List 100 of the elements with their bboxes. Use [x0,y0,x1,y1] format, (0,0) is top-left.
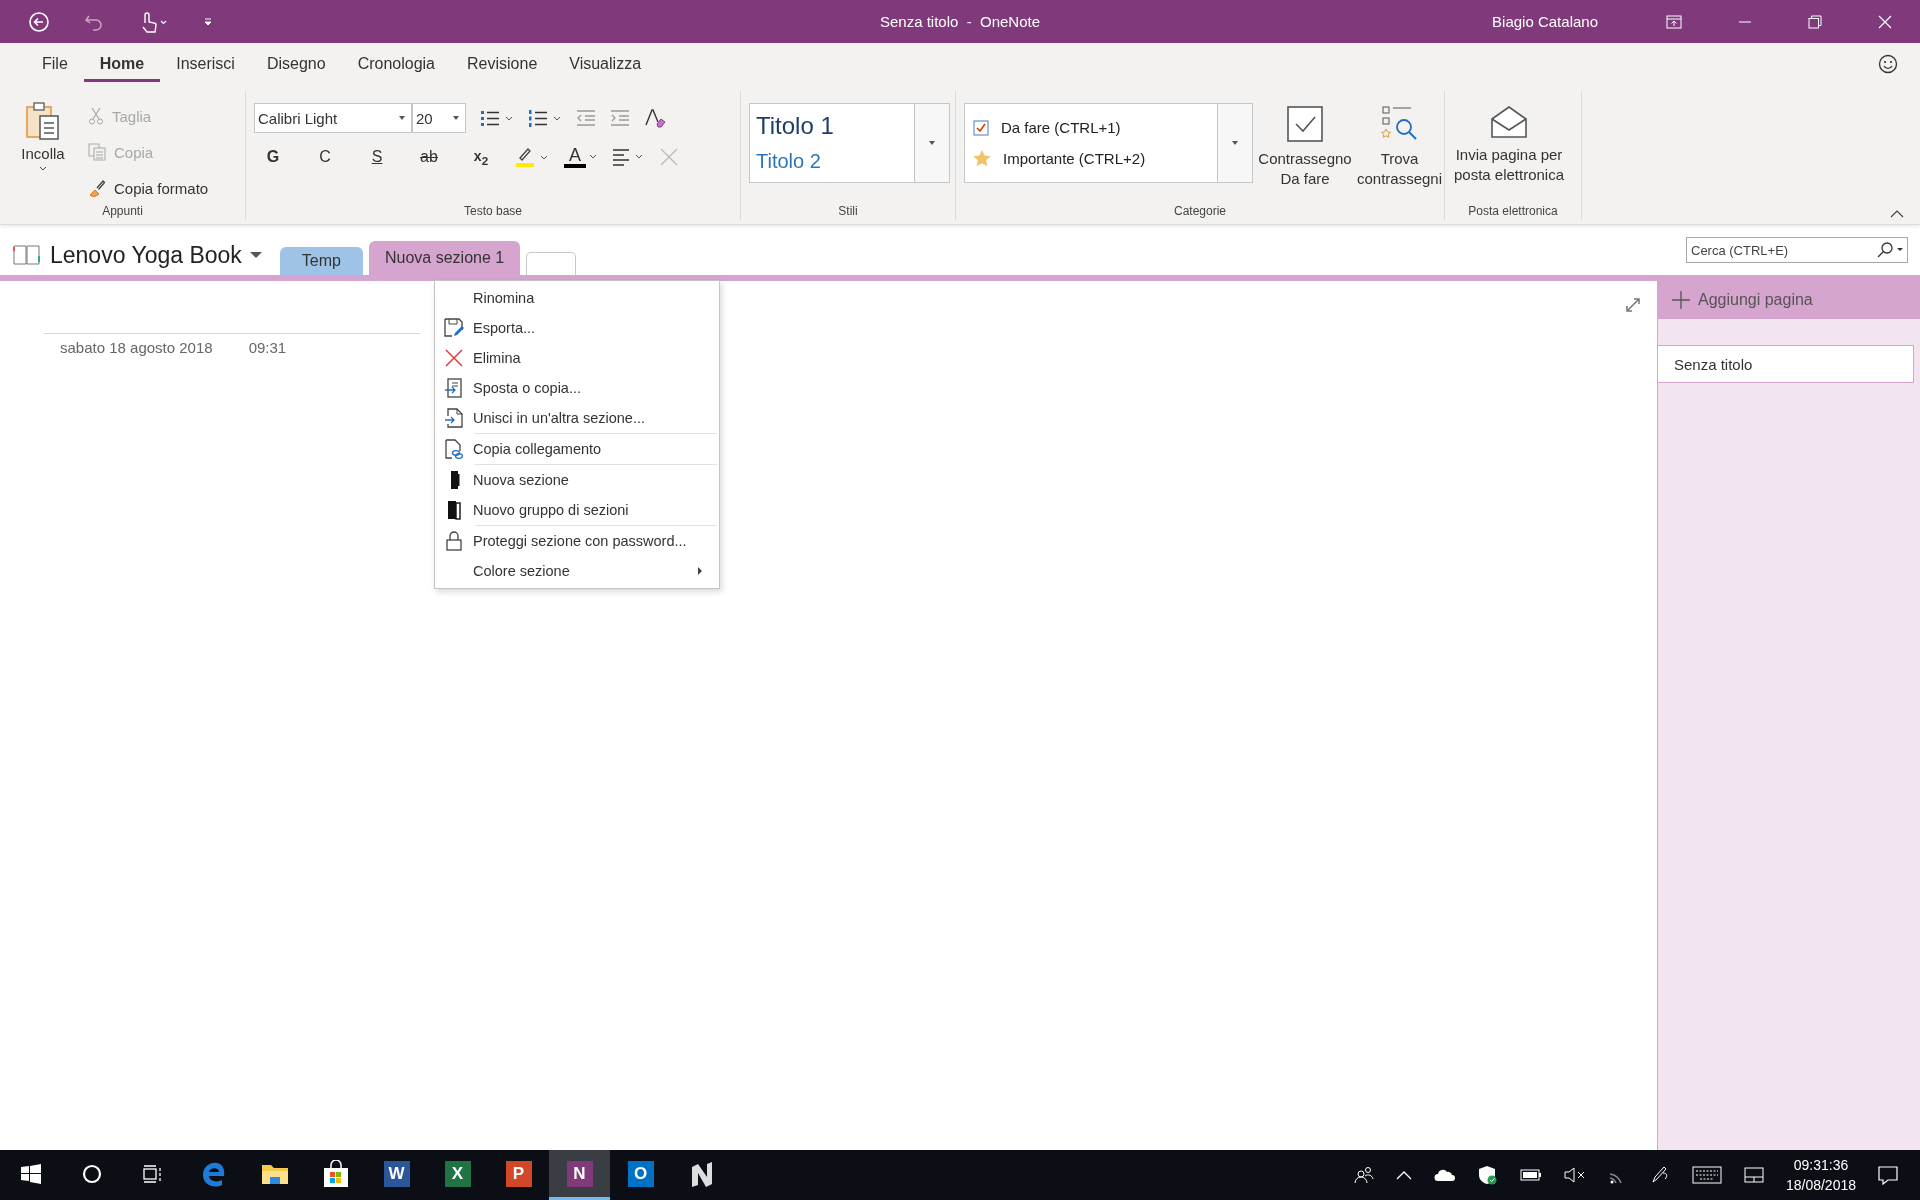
font-size-dropdown[interactable]: 20 [412,103,466,133]
email-page-button[interactable]: Invia pagina per posta elettronica [1453,91,1565,204]
customize-icon[interactable] [202,15,214,28]
app-icon: O [627,1160,654,1187]
section-icon [448,470,460,490]
menu-item[interactable]: Colore sezione [435,556,717,586]
keyboard-icon[interactable] [1691,1166,1722,1184]
menu-item[interactable]: Rinomina [435,283,719,313]
submenu-arrow-icon [697,567,703,575]
clock[interactable]: 09:31:36 18/08/2018 [1785,1155,1856,1195]
format-button[interactable]: ab [410,143,448,171]
menu-item[interactable]: Proteggi sezione con password... [435,526,717,556]
group-label: Testo base [462,204,523,220]
paste-button[interactable]: Incolla [8,91,78,204]
ribbon-tab[interactable]: Inserisci [160,46,251,82]
tag-button[interactable]: Trova contrassegni [1357,91,1443,204]
chevron-up-icon[interactable] [1395,1170,1412,1180]
envelope-icon [1490,105,1528,139]
clear-formatting-icon[interactable] [644,108,666,128]
ribbon-display-icon[interactable] [1666,14,1682,29]
numbered-list-icon[interactable] [528,108,562,128]
format-painter-icon [88,179,106,197]
notifications-icon[interactable] [1878,1165,1898,1185]
format-button[interactable]: C [306,143,344,171]
page-item[interactable]: Senza titolo [1658,345,1914,383]
group-label: Posta elettronica [1467,204,1559,220]
add-page-button[interactable]: Aggiungi pagina [1658,281,1920,319]
group-label: Appunti [101,204,144,220]
page-date: sabato 18 agosto 2018 [60,339,213,356]
expand-icon[interactable] [1625,297,1641,313]
lock-icon [446,531,462,551]
copy-icon [88,143,106,161]
link-icon [445,439,463,459]
ribbon-tab[interactable]: Visualizza [553,46,658,82]
tag-option[interactable]: Da fare (CTRL+1) [973,119,1209,136]
menu-item[interactable]: Unisci in un'altra sezione... [435,403,719,433]
tag-option[interactable]: Importante (CTRL+2) [973,150,1209,167]
save-export-icon [444,318,464,338]
taskbar-button[interactable]: P [488,1150,549,1200]
style-option[interactable]: Titolo 2 [756,144,908,178]
people-icon[interactable] [1353,1166,1374,1184]
taskbar-button[interactable]: W [366,1150,427,1200]
menu-item[interactable]: Copia collegamento [435,434,717,464]
font-color-button[interactable]: A [564,146,586,168]
style-option[interactable]: Titolo 1 [756,108,908,144]
windows-logo-icon [20,1163,41,1184]
ribbon-tab[interactable]: Cronologia [341,46,451,82]
volume-muted-icon[interactable] [1563,1167,1586,1183]
pen-icon[interactable] [1649,1165,1670,1185]
app-icon: W [383,1160,410,1187]
checkbox-icon [973,119,989,136]
format-button[interactable]: G [254,143,292,171]
app-icon: N [566,1160,593,1187]
group-label: Stili [837,204,859,220]
font-family-dropdown[interactable]: Calibri Light [254,103,412,133]
smiley-icon[interactable] [1878,54,1898,74]
ribbon-tab[interactable]: Revisione [451,46,554,82]
window-title: Senza titolo - OneNote [879,13,1041,30]
delete-icon [445,349,463,367]
checkbox-icon [1286,105,1324,143]
taskbar-button[interactable]: X [427,1150,488,1200]
menu-item[interactable]: Elimina [435,343,719,373]
menu-item[interactable]: Esporta... [435,313,719,343]
cloud-icon[interactable] [1433,1168,1456,1182]
format-button[interactable]: S [358,143,396,171]
merge-icon [445,408,463,428]
plus-icon [1672,291,1690,309]
shield-icon[interactable] [1477,1165,1498,1185]
ribbon-tab[interactable]: File [26,46,84,82]
browser-icon [200,1160,227,1187]
battery-icon[interactable] [1519,1169,1542,1181]
task-view-icon [141,1163,164,1184]
restore-icon[interactable] [1808,14,1822,29]
taskbar-button[interactable]: O [610,1150,671,1200]
star-icon [973,150,991,167]
highlighter-icon[interactable] [514,146,550,168]
ribbon-tab[interactable]: Home [83,46,161,82]
clipboard-button[interactable]: Copia formato [84,173,213,203]
tag-button[interactable]: Contrassegno Da fare [1259,91,1351,204]
ribbon-tab[interactable]: Disegno [250,46,342,82]
notebook-icon [12,244,42,266]
menu-item[interactable]: Sposta o copia... [435,373,719,403]
scissors-icon [88,107,104,125]
section-tab[interactable]: Temp [279,247,363,275]
back-icon[interactable] [28,10,50,33]
collapse-ribbon-icon[interactable] [1890,210,1904,218]
section-tab[interactable]: Nuova sezione 1 [369,241,521,275]
format-button[interactable]: x$_{2}$ [462,143,500,171]
search-field[interactable]: Cerca (CTRL+E) [1686,237,1908,263]
menu-item[interactable]: Nuovo gruppo di sezioni [435,495,717,525]
app-icon: X [444,1160,471,1187]
taskbar-button[interactable]: N [549,1150,610,1200]
bullet-list-icon[interactable] [480,108,514,128]
move-icon [445,378,463,398]
caret-icon[interactable] [588,153,598,161]
user-name[interactable]: Biagio Catalano [1492,13,1598,30]
search-icon[interactable] [1875,242,1905,258]
tablet-icon[interactable] [1743,1167,1764,1183]
menu-item[interactable]: Nuova sezione [435,465,717,495]
notebook-selector[interactable]: Lenovo Yoga Book [12,235,262,275]
